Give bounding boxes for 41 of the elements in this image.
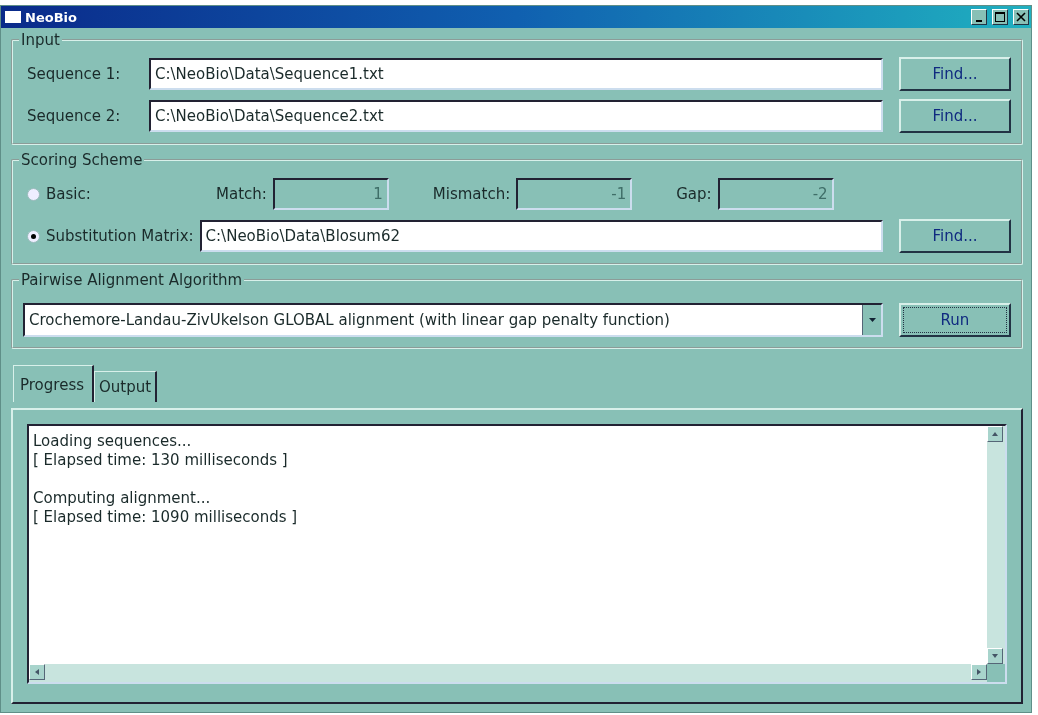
scroll-up-icon[interactable] — [987, 426, 1003, 442]
group-title: Pairwise Alignment Algorithm — [20, 271, 244, 289]
maximize-icon — [995, 12, 1005, 22]
minimize-icon — [976, 19, 982, 22]
field-label: Match: — [216, 185, 267, 203]
scroll-right-icon[interactable] — [971, 664, 987, 680]
horizontal-scrollbar[interactable] — [29, 664, 987, 682]
find-button[interactable]: Find... — [899, 219, 1011, 253]
run-button[interactable]: Run — [899, 303, 1011, 337]
window-title: NeoBio — [25, 9, 78, 25]
vertical-scrollbar[interactable] — [987, 426, 1005, 664]
tab[interactable]: Progress — [13, 365, 94, 402]
maximize-button[interactable] — [992, 9, 1008, 25]
field-label: Sequence 1: — [27, 65, 122, 83]
file-path-field[interactable]: C:\NeoBio\Data\Sequence2.txt — [149, 100, 883, 132]
radio-button[interactable] — [27, 187, 40, 201]
find-button[interactable]: Find... — [899, 99, 1011, 133]
field-label: Mismatch: — [432, 185, 511, 203]
log-line: Loading sequences... — [33, 432, 193, 451]
minimize-button[interactable] — [971, 9, 987, 25]
scroll-left-icon[interactable] — [29, 664, 45, 680]
file-path-field[interactable]: C:\NeoBio\Data\Sequence1.txt — [149, 58, 883, 90]
algorithm-dropdown[interactable]: Crochemore-Landau-ZivUkelson GLOBAL alignment (with linear gap penalty function) — [23, 303, 883, 337]
group-title: Scoring Scheme — [20, 151, 144, 169]
radio-button[interactable] — [27, 229, 40, 243]
field-label: Gap: — [676, 185, 712, 203]
radio-label: Substitution Matrix: — [46, 227, 194, 245]
scrollbar-corner — [987, 664, 1005, 682]
log-line: Computing alignment... — [33, 489, 212, 508]
field-label: Sequence 2: — [27, 107, 122, 125]
log-line: [ Elapsed time: 1090 milliseconds ] — [33, 508, 299, 527]
log-line: [ Elapsed time: 130 milliseconds ] — [33, 451, 289, 470]
close-icon — [1016, 12, 1026, 22]
close-button[interactable] — [1013, 9, 1029, 25]
radio-label: Basic: — [46, 185, 92, 203]
find-button[interactable]: Find... — [899, 57, 1011, 91]
scroll-down-icon[interactable] — [987, 648, 1003, 664]
file-path-field[interactable]: C:\NeoBio\Data\Blosum62 — [199, 220, 883, 252]
group-title: Input — [20, 31, 61, 49]
window-icon — [5, 11, 21, 23]
tab[interactable]: Output — [94, 371, 158, 402]
